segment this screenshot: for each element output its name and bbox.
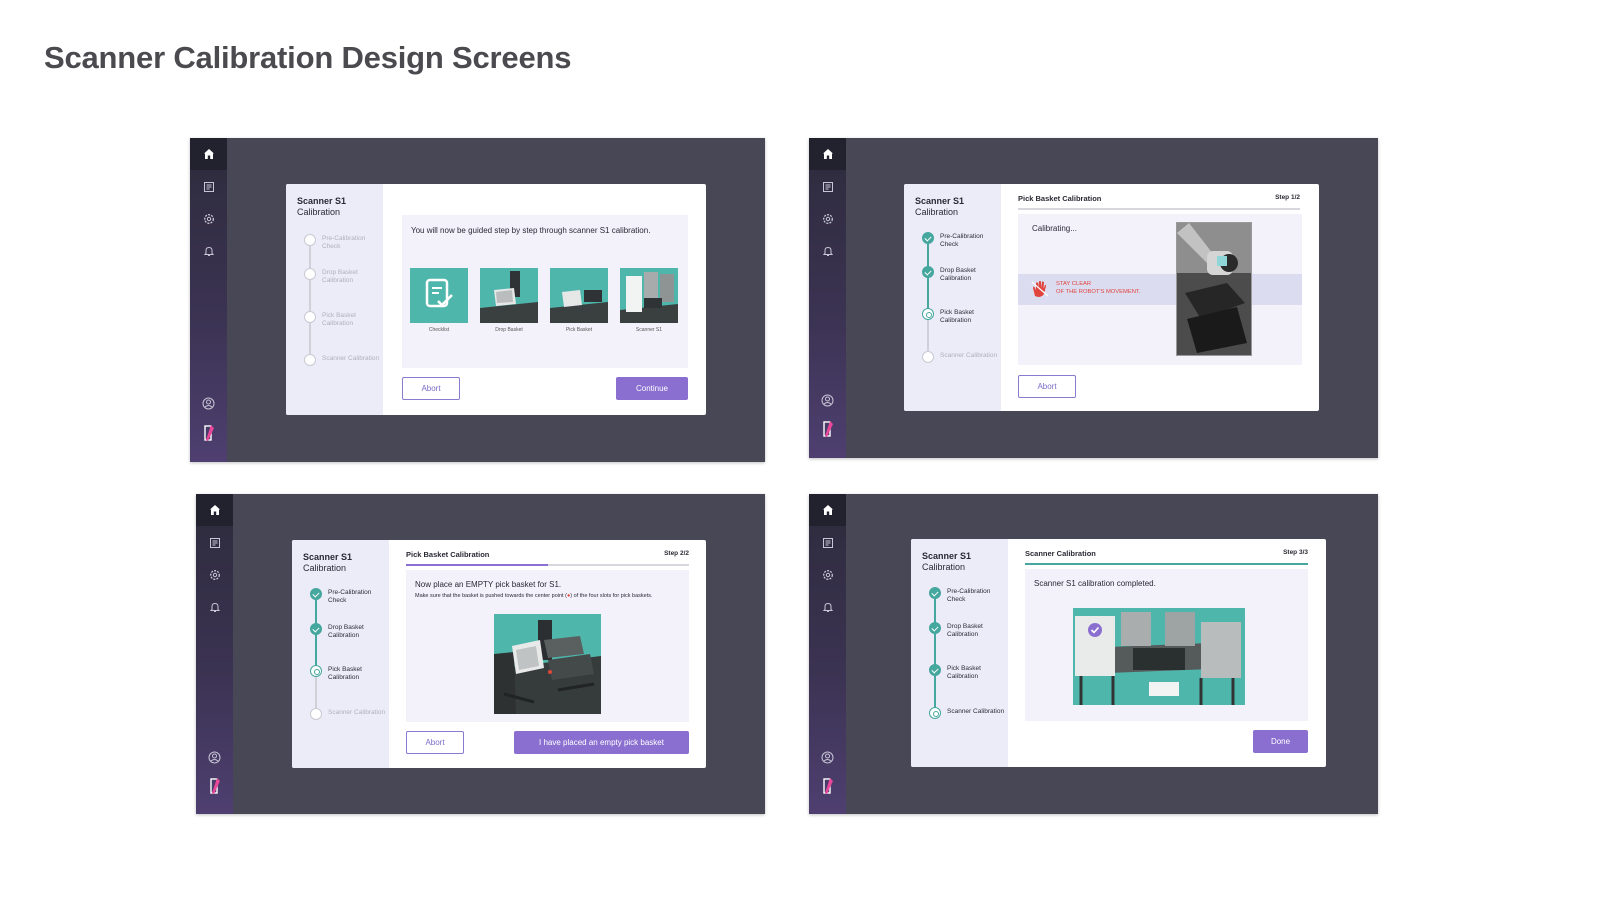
screen-completed: Scanner S1 Calibration Pre-Calibration C… [809, 494, 1378, 814]
dialog-subtitle: Calibration [297, 207, 341, 217]
robot-camera-image [1176, 222, 1252, 356]
abort-button[interactable]: Abort [1018, 375, 1076, 398]
dialog-title: Scanner S1 [915, 196, 965, 206]
screen-place-basket: Scanner S1 Calibration Pre-Calibration C… [196, 494, 765, 814]
instruction-detail: Make sure that the basket is pushed towa… [415, 593, 653, 599]
brand-logo-icon [809, 775, 846, 797]
warning-line1: STAY CLEAR [1056, 281, 1092, 287]
completed-content: Scanner S1 calibration completed. [1025, 569, 1308, 721]
gear-icon[interactable] [196, 566, 233, 584]
done-button[interactable]: Done [1253, 730, 1308, 753]
bell-icon[interactable] [190, 242, 227, 260]
steps-panel: Scanner S1 Calibration Pre-Calibration C… [911, 539, 1008, 767]
dialog-subtitle: Calibration [303, 563, 347, 573]
dialog-subtitle: Calibration [915, 207, 959, 217]
user-icon[interactable] [196, 748, 233, 766]
gear-icon[interactable] [190, 210, 227, 228]
calibrating-content: Calibrating... STAY CLEAR OF THE ROBOT'S… [1018, 214, 1302, 365]
steps-panel: Scanner S1 Calibration Pre-Calibration C… [292, 540, 389, 768]
clipboard-icon[interactable] [196, 534, 233, 552]
dialog-subtitle: Calibration [922, 562, 966, 572]
calibrating-status: Calibrating... [1032, 224, 1077, 233]
calibration-dialog: Scanner S1 Calibration Pre-Calibration C… [911, 539, 1326, 767]
abort-button[interactable]: Abort [406, 731, 464, 754]
thumb-caption-scanner: Scanner S1 [635, 327, 663, 333]
step-header: Pick Basket Calibration [406, 550, 490, 559]
checklist-thumb [410, 268, 468, 323]
thumb-caption-pick: Pick Basket [565, 327, 593, 333]
clipboard-icon[interactable] [809, 178, 846, 196]
step-header: Scanner Calibration [1025, 549, 1096, 558]
gear-icon[interactable] [809, 566, 846, 584]
brand-logo-icon [190, 422, 227, 444]
intro-content: You will now be guided step by step thro… [402, 215, 688, 368]
screen-intro: Scanner S1 Calibration Pre-Calibration C… [190, 138, 765, 462]
step-counter: Step 3/3 [1283, 549, 1308, 556]
place-basket-content: Now place an EMPTY pick basket for S1. M… [406, 570, 689, 722]
clipboard-icon[interactable] [809, 534, 846, 552]
user-icon[interactable] [809, 391, 846, 409]
continue-button[interactable]: Continue [616, 377, 688, 400]
calibration-dialog: Scanner S1 Calibration Pre-Calibration C… [286, 184, 706, 415]
step-header: Pick Basket Calibration [1018, 194, 1102, 203]
brand-logo-icon [196, 775, 233, 797]
confirm-basket-button[interactable]: I have placed an empty pick basket [514, 731, 689, 754]
steps-panel: Scanner S1 Calibration Pre-Calibration C… [286, 184, 383, 415]
dialog-title: Scanner S1 [303, 552, 353, 562]
gear-icon[interactable] [809, 210, 846, 228]
page-title: Scanner Calibration Design Screens [44, 40, 572, 75]
progress-bar [406, 564, 689, 566]
brand-logo-icon [809, 418, 846, 440]
instruction-text: Now place an EMPTY pick basket for S1. [415, 580, 562, 589]
thumb-caption-drop: Drop Basket [495, 327, 523, 333]
completed-message: Scanner S1 calibration completed. [1034, 579, 1156, 588]
bell-icon[interactable] [809, 598, 846, 616]
progress-bar [1018, 208, 1300, 210]
thumb-caption-checklist: Checklist [428, 327, 450, 333]
bell-icon[interactable] [196, 598, 233, 616]
nav-rail [196, 494, 233, 814]
nav-rail [809, 138, 846, 458]
step-counter: Step 1/2 [1275, 194, 1300, 201]
user-icon[interactable] [809, 748, 846, 766]
home-icon[interactable] [196, 494, 233, 526]
home-icon[interactable] [809, 138, 846, 170]
abort-button[interactable]: Abort [402, 377, 460, 400]
progress-bar [1025, 563, 1308, 565]
calibration-dialog: Scanner S1 Calibration Pre-Calibration C… [292, 540, 706, 768]
dialog-title: Scanner S1 [297, 196, 347, 206]
stop-hand-icon [1031, 280, 1051, 303]
nav-rail [190, 138, 227, 462]
calibration-dialog: Scanner S1 Calibration Pre-Calibration C… [904, 184, 1319, 411]
home-icon[interactable] [809, 494, 846, 526]
scanner-station-image [1073, 608, 1245, 705]
pick-basket-thumb [550, 268, 608, 323]
screen-calibrating: Scanner S1 Calibration Pre-Calibration C… [809, 138, 1378, 458]
bell-icon[interactable] [809, 242, 846, 260]
step-counter: Step 2/2 [664, 550, 689, 557]
drop-basket-thumb [480, 268, 538, 323]
scanner-thumb [620, 268, 678, 323]
warning-line2: OF THE ROBOT'S MOVEMENT. [1056, 289, 1141, 295]
nav-rail [809, 494, 846, 814]
dialog-title: Scanner S1 [922, 551, 972, 561]
steps-panel: Scanner S1 Calibration Pre-Calibration C… [904, 184, 1001, 411]
user-icon[interactable] [190, 394, 227, 412]
intro-text: You will now be guided step by step thro… [411, 226, 651, 235]
home-icon[interactable] [190, 138, 227, 170]
basket-placement-image [494, 614, 601, 714]
clipboard-icon[interactable] [190, 178, 227, 196]
